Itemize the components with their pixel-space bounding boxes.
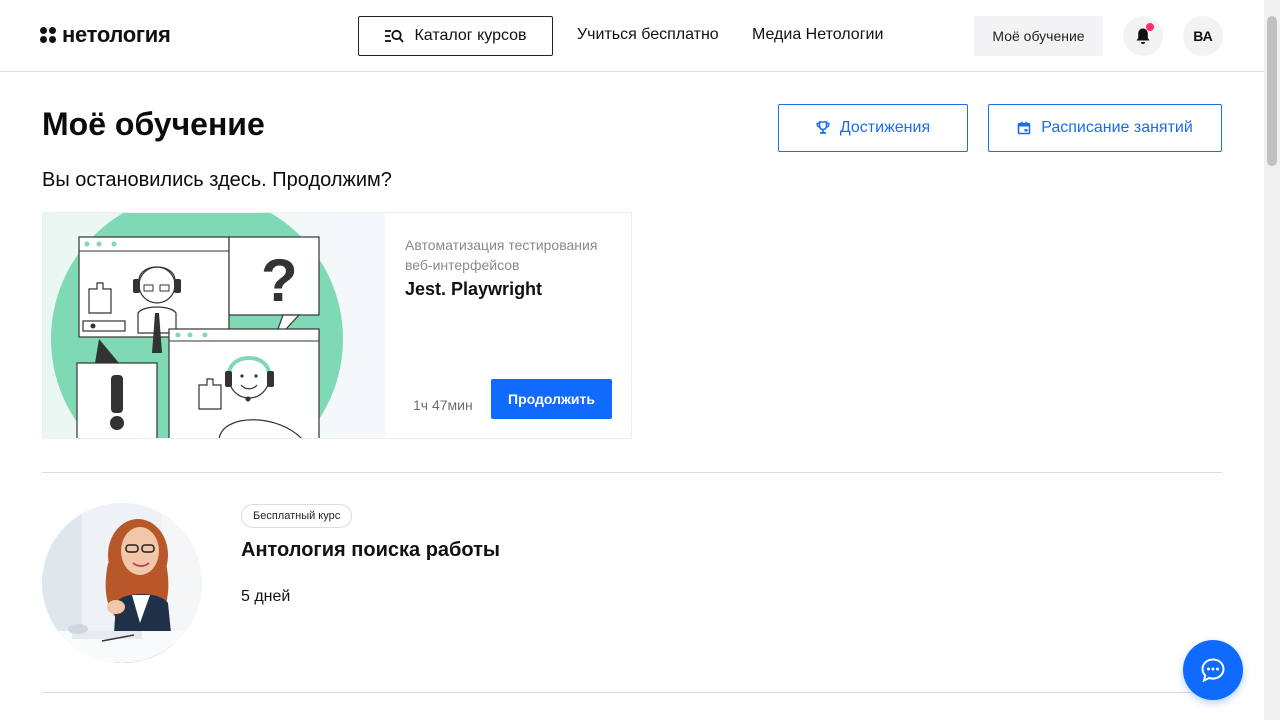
achievements-label: Достижения bbox=[839, 119, 931, 136]
course-photo[interactable] bbox=[42, 503, 202, 663]
course-duration: 5 дней bbox=[241, 588, 291, 605]
my-learning-label: Моё обучение bbox=[992, 28, 1085, 44]
catalog-button[interactable]: Каталог курсов bbox=[358, 16, 553, 56]
course-illustration: ? bbox=[43, 213, 385, 438]
free-course-badge: Бесплатный курс bbox=[241, 504, 353, 528]
nav-learn-free[interactable]: Учиться бесплатно bbox=[577, 26, 719, 44]
section-divider bbox=[42, 692, 1222, 693]
section-divider bbox=[42, 472, 1222, 473]
user-avatar[interactable]: ВА bbox=[1183, 16, 1223, 56]
lesson-duration: 1ч 47мин bbox=[413, 397, 473, 413]
page-title: Моё обучение bbox=[42, 106, 265, 142]
catalog-search-icon bbox=[385, 29, 405, 43]
schedule-label: Расписание занятий bbox=[1041, 119, 1193, 136]
avatar-initials: ВА bbox=[1193, 28, 1213, 44]
nav-media[interactable]: Медиа Нетологии bbox=[752, 26, 883, 44]
scrollbar-thumb[interactable] bbox=[1267, 16, 1277, 166]
logo-text: нетология bbox=[62, 22, 171, 47]
logo-icon bbox=[40, 27, 56, 43]
page-scrollbar[interactable] bbox=[1264, 0, 1280, 720]
chat-button[interactable] bbox=[1183, 640, 1243, 700]
lesson-title: Jest. Playwright bbox=[405, 279, 543, 299]
badge-label: Бесплатный курс bbox=[253, 510, 341, 522]
chat-icon bbox=[1201, 658, 1225, 683]
continue-button[interactable]: Продолжить bbox=[491, 379, 612, 419]
svg-text:?: ? bbox=[261, 247, 298, 314]
calendar-icon bbox=[1017, 121, 1031, 135]
continue-course-card[interactable]: ? Автоматизация тестирования веб-интерфе… bbox=[42, 212, 632, 439]
resume-subtitle: Вы остановились здесь. Продолжим? bbox=[42, 169, 392, 191]
notifications-button[interactable] bbox=[1123, 16, 1163, 56]
catalog-label: Каталог курсов bbox=[414, 27, 527, 44]
notification-dot bbox=[1146, 23, 1154, 31]
logo[interactable]: нетология bbox=[40, 22, 171, 48]
top-header: нетология Каталог курсов Учиться бесплат… bbox=[0, 0, 1264, 72]
course-title[interactable]: Антология поиска работы bbox=[241, 539, 500, 562]
achievements-button[interactable]: Достижения bbox=[778, 104, 968, 152]
my-learning-button[interactable]: Моё обучение bbox=[974, 16, 1103, 56]
schedule-button[interactable]: Расписание занятий bbox=[988, 104, 1222, 152]
course-category: Автоматизация тестирования веб-интерфейс… bbox=[405, 237, 598, 273]
trophy-icon bbox=[816, 121, 830, 134]
